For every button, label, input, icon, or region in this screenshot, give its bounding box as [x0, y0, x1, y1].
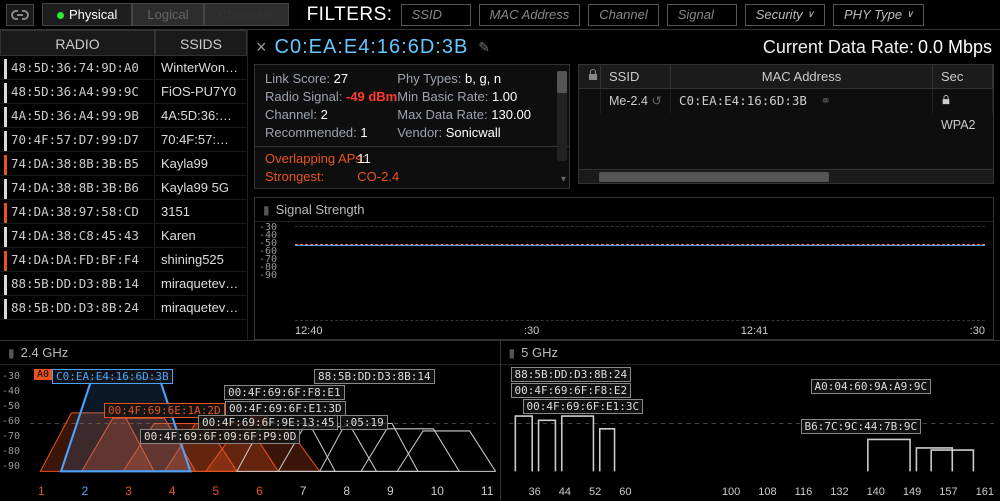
th-mac[interactable]: MAC Address	[671, 65, 933, 88]
filter-mac[interactable]: MAC Address	[479, 4, 581, 26]
tab-logical[interactable]: Logical	[132, 3, 203, 26]
ap-label[interactable]: 00:4F:69:6F:F8:E1	[224, 385, 345, 400]
ssid-hscrollbar[interactable]	[579, 169, 993, 183]
column-header-radio[interactable]: RADIO	[0, 30, 155, 56]
radio-list-panel: RADIO SSIDS 48:5D:36:74:9D:A0WinterWon…4…	[0, 30, 248, 340]
list-item[interactable]: 88:5B:DD:D3:8B:14miraquetev…	[0, 272, 247, 296]
ap-label[interactable]: 00:4F:69:6F:9E:13:45	[198, 415, 338, 430]
close-icon[interactable]: ×	[256, 37, 267, 58]
ap-label[interactable]: 00:4F:69:6F:E1:3D	[225, 401, 346, 416]
signal-yaxis: -30-40-50-60-70-80-90	[259, 224, 277, 280]
network-panel: × C0:EA:E4:16:6D:3B ✎ Current Data Rate:…	[248, 30, 1000, 340]
list-item[interactable]: 74:DA:38:8B:3B:B5Kayla99	[0, 152, 247, 176]
data-rate-value: 0.0 Mbps	[918, 37, 992, 58]
list-item[interactable]: 48:5D:36:A4:99:9CFiOS-PU7Y0	[0, 80, 247, 104]
ap-label[interactable]: :05:19	[340, 415, 388, 430]
filter-phy[interactable]: PHY Type∨	[833, 4, 924, 26]
ap-label[interactable]: B6:7C:9C:44:7B:9C	[801, 419, 922, 434]
filter-security[interactable]: Security∨	[745, 4, 825, 26]
band-24ghz: ▮2.4 GHz -30-40-50-60-70-80-90	[0, 341, 501, 500]
signal-xaxis: 12:40:3012:41:30	[295, 325, 985, 337]
a0-badge: A0	[34, 369, 52, 380]
ap-label[interactable]: 88:5B:DD:D3:8B:14	[314, 369, 435, 384]
list-item[interactable]: 70:4F:57:D7:99:D770:4F:57:…	[0, 128, 247, 152]
view-tabs: Physical Logical Channels	[42, 3, 289, 26]
filter-signal[interactable]: Signal	[667, 4, 737, 26]
list-item[interactable]: 74:DA:38:97:58:CD3151	[0, 200, 247, 224]
data-rate-label: Current Data Rate:	[763, 37, 914, 58]
ap-label[interactable]: 00:4F:69:6F:E1:3C	[523, 399, 644, 414]
xaxis-24: 1234567891011	[38, 484, 494, 498]
ap-label[interactable]: 00:4F:69:6F:09:6F:P9:0D	[140, 429, 300, 444]
topbar: Physical Logical Channels FILTERS: SSID …	[0, 0, 1000, 30]
list-item[interactable]: 74:DA:38:C8:45:43Karen	[0, 224, 247, 248]
band-5ghz: ▮5 GHz 88:5B:DD:D3:8B:2400:4F:69:6F:F8:E…	[501, 341, 1000, 500]
expand-down-icon[interactable]: ▾	[561, 174, 566, 185]
ap-label[interactable]: 00:4F:69:6F:F8:E2	[511, 383, 632, 398]
filter-ssid[interactable]: SSID	[401, 4, 471, 26]
list-item[interactable]: 88:5B:DD:D3:8B:24miraquetev…	[0, 296, 247, 320]
filters-label: FILTERS:	[307, 4, 393, 26]
xaxis-5: 36445260100108116132140149157161	[529, 486, 995, 498]
ssid-table: SSID MAC Address Sec Me-2.4 ↺ C0:EA:E4:1…	[578, 64, 994, 184]
ap-label[interactable]: 88:5B:DD:D3:8B:24	[511, 367, 632, 382]
ap-label[interactable]: A0:04:60:9A:A9:9C	[811, 379, 932, 394]
list-item[interactable]: 48:5D:36:74:9D:A0WinterWon…	[0, 56, 247, 80]
list-item[interactable]: 4A:5D:36:A4:99:9B4A:5D:36:…	[0, 104, 247, 128]
column-header-ssids[interactable]: SSIDS	[155, 30, 247, 56]
list-item[interactable]: 74:DA:38:8B:3B:B6Kayla99 5G	[0, 176, 247, 200]
link-icon[interactable]	[6, 4, 34, 26]
tab-physical[interactable]: Physical	[42, 3, 132, 26]
table-row[interactable]: Me-2.4 ↺ C0:EA:E4:16:6D:3B ⚭ WPA2	[579, 89, 993, 113]
ap-label[interactable]: C0:EA:E4:16:6D:3B	[52, 369, 173, 384]
network-address: C0:EA:E4:16:6D:3B	[275, 36, 469, 59]
th-sec[interactable]: Sec	[933, 65, 993, 88]
signal-strength-panel: ▮Signal Strength -30-40-50-60-70-80-90 1…	[254, 197, 994, 340]
info-card: Link Score: 27 Phy Types: b, g, n Radio …	[254, 64, 570, 189]
tab-channels[interactable]: Channels	[204, 3, 289, 26]
main: RADIO SSIDS 48:5D:36:74:9D:A0WinterWon…4…	[0, 30, 1000, 340]
filter-channel[interactable]: Channel	[588, 4, 658, 26]
th-ssid[interactable]: SSID	[601, 65, 671, 88]
radio-list[interactable]: 48:5D:36:74:9D:A0WinterWon…48:5D:36:A4:9…	[0, 56, 247, 340]
edit-icon[interactable]: ✎	[478, 39, 490, 56]
spectrum-panels: ▮2.4 GHz -30-40-50-60-70-80-90	[0, 340, 1000, 500]
lock-icon	[579, 65, 601, 88]
stack-icon: ▮	[263, 203, 270, 217]
list-item[interactable]: 74:DA:DA:FD:BF:F4shining525	[0, 248, 247, 272]
info-scrollbar[interactable]	[557, 71, 567, 161]
